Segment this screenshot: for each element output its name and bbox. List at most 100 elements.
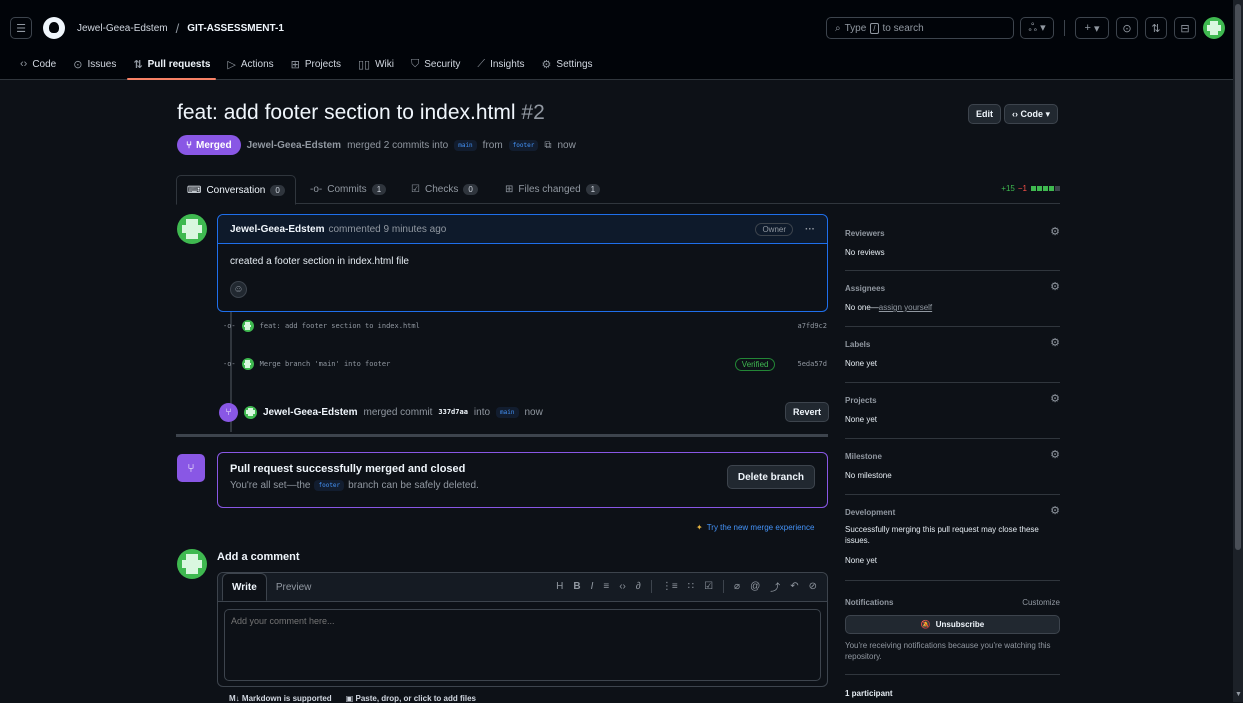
smiley-icon[interactable]: ☺ xyxy=(230,281,247,298)
mention-icon[interactable]: @ xyxy=(750,581,760,592)
pr-author[interactable]: Jewel-Geea-Edstem xyxy=(247,140,342,151)
event-text: merged commit xyxy=(363,406,433,418)
scroll-down-icon[interactable]: ▼ xyxy=(1235,691,1242,698)
numbered-list-icon[interactable]: ⋮≡ xyxy=(662,581,678,592)
event-branch[interactable]: main xyxy=(496,406,519,418)
pull-requests-icon[interactable]: ⇅ xyxy=(1145,17,1167,39)
comment-meta[interactable]: commented 9 minutes ago xyxy=(329,224,447,235)
reply-icon[interactable]: ↶ xyxy=(790,581,798,592)
tab-commits[interactable]: -o- Commits 1 xyxy=(310,175,387,204)
tab-wiki[interactable]: ▯▯ Wiki xyxy=(358,54,394,74)
copy-icon[interactable]: ⧉ xyxy=(544,140,551,151)
inbox-icon[interactable]: ⊟ xyxy=(1174,17,1196,39)
header-divider xyxy=(1064,20,1065,36)
commit-sha[interactable]: 5eda57d xyxy=(797,360,827,368)
quote-icon[interactable]: ≡ xyxy=(603,581,609,592)
delete-branch-button[interactable]: Delete branch xyxy=(726,465,815,489)
unsubscribe-button[interactable]: 🔕 Unsubscribe xyxy=(845,615,1060,634)
avatar[interactable] xyxy=(177,549,207,579)
tab-conversation[interactable]: ⌨ Conversation 0 xyxy=(176,175,296,205)
gear-icon[interactable]: ⚙ xyxy=(1050,448,1060,461)
commit-avatar[interactable] xyxy=(241,358,254,370)
unordered-list-icon[interactable]: ∷ xyxy=(688,581,694,592)
attach-icon[interactable]: ⌀ xyxy=(734,581,740,592)
labels-title[interactable]: Labels xyxy=(845,340,1060,349)
play-icon: ▷ xyxy=(227,58,236,71)
commit-message[interactable]: Merge branch 'main' into footer xyxy=(260,360,391,368)
event-avatar[interactable] xyxy=(244,405,257,419)
tab-security[interactable]: ⛉ Security xyxy=(411,54,460,74)
kebab-icon[interactable]: ··· xyxy=(805,224,815,235)
reviewers-title[interactable]: Reviewers xyxy=(845,229,1060,238)
toolbar-divider xyxy=(650,580,652,593)
breadcrumb-owner[interactable]: Jewel-Geea-Edstem xyxy=(77,23,168,34)
sidebar-labels: Labels ⚙ None yet xyxy=(845,327,1060,383)
try-new-merge-link[interactable]: ✦ Try the new merge experience xyxy=(696,523,814,532)
development-title[interactable]: Development xyxy=(845,508,1060,517)
gear-icon[interactable]: ⚙ xyxy=(1050,504,1060,517)
avatar[interactable] xyxy=(177,214,207,244)
base-branch[interactable]: main xyxy=(454,139,477,151)
tab-code[interactable]: ‹› Code xyxy=(20,54,56,74)
head-branch[interactable]: footer xyxy=(508,139,539,151)
tab-files-changed[interactable]: ⊞ Files changed 1 xyxy=(505,175,601,204)
customize-link[interactable]: Customize xyxy=(1022,598,1060,607)
slash-commands-icon[interactable]: ⊘ xyxy=(809,581,817,592)
bold-icon[interactable]: B xyxy=(573,581,580,592)
tab-pull-requests[interactable]: ⇅ Pull requests xyxy=(127,54,217,80)
tab-checks[interactable]: ☑ Checks 0 xyxy=(411,175,478,204)
projects-title[interactable]: Projects xyxy=(845,396,1060,405)
assignees-none: No one— xyxy=(845,303,879,312)
owner-badge: Owner xyxy=(755,222,793,236)
gear-icon[interactable]: ⚙ xyxy=(1050,392,1060,405)
markdown-toolbar: H B I ≡ ‹› ∂ ⋮≡ ∷ ☑ ⌀ @ ⤴ ↶ ⊘ xyxy=(556,579,817,594)
comment-author[interactable]: Jewel-Geea-Edstem xyxy=(230,224,325,235)
tab-actions[interactable]: ▷ Actions xyxy=(227,54,273,74)
user-avatar[interactable] xyxy=(1203,17,1225,39)
menu-icon[interactable]: ☰ xyxy=(10,17,32,39)
breadcrumb-repo[interactable]: GIT-ASSESSMENT-1 xyxy=(187,23,284,34)
assign-yourself-link[interactable]: assign yourself xyxy=(879,303,932,312)
tab-pull-requests-label: Pull requests xyxy=(147,58,211,70)
assignees-title[interactable]: Assignees xyxy=(845,284,1060,293)
gear-icon[interactable]: ⚙ xyxy=(1050,280,1060,293)
milestone-title[interactable]: Milestone xyxy=(845,452,1060,461)
code-icon[interactable]: ‹› xyxy=(619,581,626,592)
cross-reference-icon[interactable]: ⤴ xyxy=(770,579,780,594)
gear-icon[interactable]: ⚙ xyxy=(1050,336,1060,349)
commit-message[interactable]: feat: add footer section to index.html xyxy=(260,322,420,330)
github-logo-icon[interactable] xyxy=(43,17,65,39)
merge-status-branch[interactable]: footer xyxy=(314,480,345,491)
comment-textarea[interactable] xyxy=(224,609,821,681)
chevron-down-icon: ▾ xyxy=(1043,108,1051,119)
event-author[interactable]: Jewel-Geea-Edstem xyxy=(263,407,358,418)
scrollbar-thumb[interactable] xyxy=(1235,4,1241,550)
issues-icon[interactable]: ⊙ xyxy=(1116,17,1138,39)
edit-button[interactable]: Edit xyxy=(968,104,1001,124)
from-text: from xyxy=(482,139,503,151)
tab-preview[interactable]: Preview xyxy=(267,573,321,601)
search-input[interactable]: ⌕ Type / to search xyxy=(826,17,1014,39)
copilot-icon[interactable]: ஃ ▾ xyxy=(1020,17,1054,39)
tab-settings[interactable]: ⚙ Settings xyxy=(542,54,593,74)
code-dropdown-button[interactable]: ‹› Code ▾ xyxy=(1004,104,1059,124)
heading-icon[interactable]: H xyxy=(556,581,563,592)
sidebar-development: Development ⚙ Successfully merging this … xyxy=(845,495,1060,581)
merge-status-pre: You're all set—the xyxy=(230,480,311,491)
tab-insights[interactable]: ⟋ Insights xyxy=(477,54,524,74)
scrollbar[interactable]: ▼ xyxy=(1233,0,1243,702)
task-list-icon[interactable]: ☑ xyxy=(704,581,713,592)
tab-write[interactable]: Write xyxy=(222,573,267,601)
tab-issues[interactable]: ⊙ Issues xyxy=(73,54,116,74)
gear-icon[interactable]: ⚙ xyxy=(1050,225,1060,238)
create-new-button[interactable]: + ▾ xyxy=(1075,17,1109,39)
commit-avatar[interactable] xyxy=(241,320,254,332)
tab-projects[interactable]: ⊞ Projects xyxy=(291,54,341,74)
merged-time: now xyxy=(557,139,576,151)
verified-badge[interactable]: Verified xyxy=(734,357,776,371)
merge-commit-sha[interactable]: 337d7aa xyxy=(438,408,468,416)
commit-sha[interactable]: a7fd9c2 xyxy=(797,322,827,330)
revert-button[interactable]: Revert xyxy=(784,402,829,422)
italic-icon[interactable]: I xyxy=(591,581,594,592)
link-icon[interactable]: ∂ xyxy=(636,581,641,592)
